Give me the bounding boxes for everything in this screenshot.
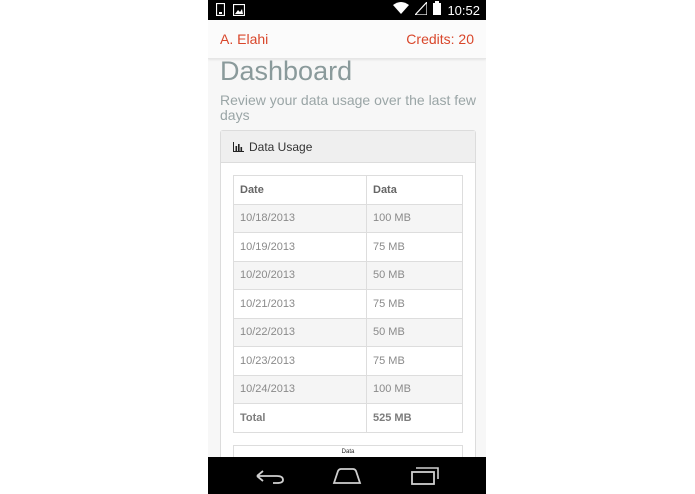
table-row: 10/24/2013 100 MB (233, 374, 463, 404)
table-header-row: Date Data (233, 175, 463, 205)
battery-icon (433, 1, 442, 20)
user-name-link[interactable]: A. Elahi (220, 31, 268, 47)
column-header-data: Data (366, 175, 463, 205)
table-row: 10/19/2013 75 MB (233, 232, 463, 262)
table-row: 10/18/2013 100 MB (233, 203, 463, 233)
row-data: 100 MB (366, 374, 463, 404)
main-content[interactable]: Dashboard Review your data usage over th… (208, 59, 486, 457)
clock: 10:52 (447, 3, 480, 18)
row-data: 50 MB (366, 317, 463, 347)
phone-screen: 10:52 A. Elahi Credits: 20 Dashboard Rev… (208, 0, 486, 494)
back-button[interactable] (253, 463, 287, 489)
panel-title: Data Usage (249, 139, 313, 154)
row-date: 10/19/2013 (233, 232, 367, 262)
row-date: 10/23/2013 (233, 346, 367, 376)
data-chart: Data (233, 445, 463, 457)
row-date: 10/22/2013 (233, 317, 367, 347)
navigation-bar (208, 457, 486, 494)
row-data: 75 MB (366, 289, 463, 319)
row-date: 10/24/2013 (233, 374, 367, 404)
row-date: 10/18/2013 (233, 203, 367, 233)
recent-apps-icon (411, 467, 439, 485)
page-title: Dashboard (220, 59, 353, 86)
bar-chart-icon (233, 141, 244, 152)
table-row: 10/20/2013 50 MB (233, 260, 463, 290)
row-data: 75 MB (366, 346, 463, 376)
row-data: 75 MB (366, 232, 463, 262)
row-data: 50 MB (366, 260, 463, 290)
table-row: 10/22/2013 50 MB (233, 317, 463, 347)
page-subtitle: Review your data usage over the last few… (220, 92, 477, 123)
back-icon (256, 470, 284, 484)
row-data: 100 MB (366, 203, 463, 233)
data-usage-panel: Data Usage Date Data 10/18/2013 100 MB 10/… (220, 130, 476, 457)
table-row: 10/23/2013 75 MB (233, 346, 463, 376)
signal-icon (414, 0, 429, 20)
column-header-date: Date (233, 175, 367, 205)
credits-link[interactable]: Credits: 20 (406, 31, 474, 47)
home-button[interactable] (330, 463, 364, 489)
total-value: 525 MB (366, 403, 463, 433)
row-date: 10/20/2013 (233, 260, 367, 290)
image-notification-icon (232, 3, 246, 21)
app-header: A. Elahi Credits: 20 (208, 20, 486, 59)
phone-notification-icon (215, 2, 226, 21)
row-date: 10/21/2013 (233, 289, 367, 319)
data-usage-table: Date Data 10/18/2013 100 MB 10/19/2013 75 M… (233, 175, 463, 433)
panel-header: Data Usage (221, 131, 475, 163)
home-icon (332, 468, 362, 484)
total-row: Total 525 MB (233, 403, 463, 433)
table-row: 10/21/2013 75 MB (233, 289, 463, 319)
recent-apps-button[interactable] (408, 463, 442, 489)
total-label: Total (233, 403, 367, 433)
status-bar: 10:52 (208, 0, 486, 20)
wifi-icon (393, 1, 410, 20)
chart-title: Data (341, 449, 355, 455)
